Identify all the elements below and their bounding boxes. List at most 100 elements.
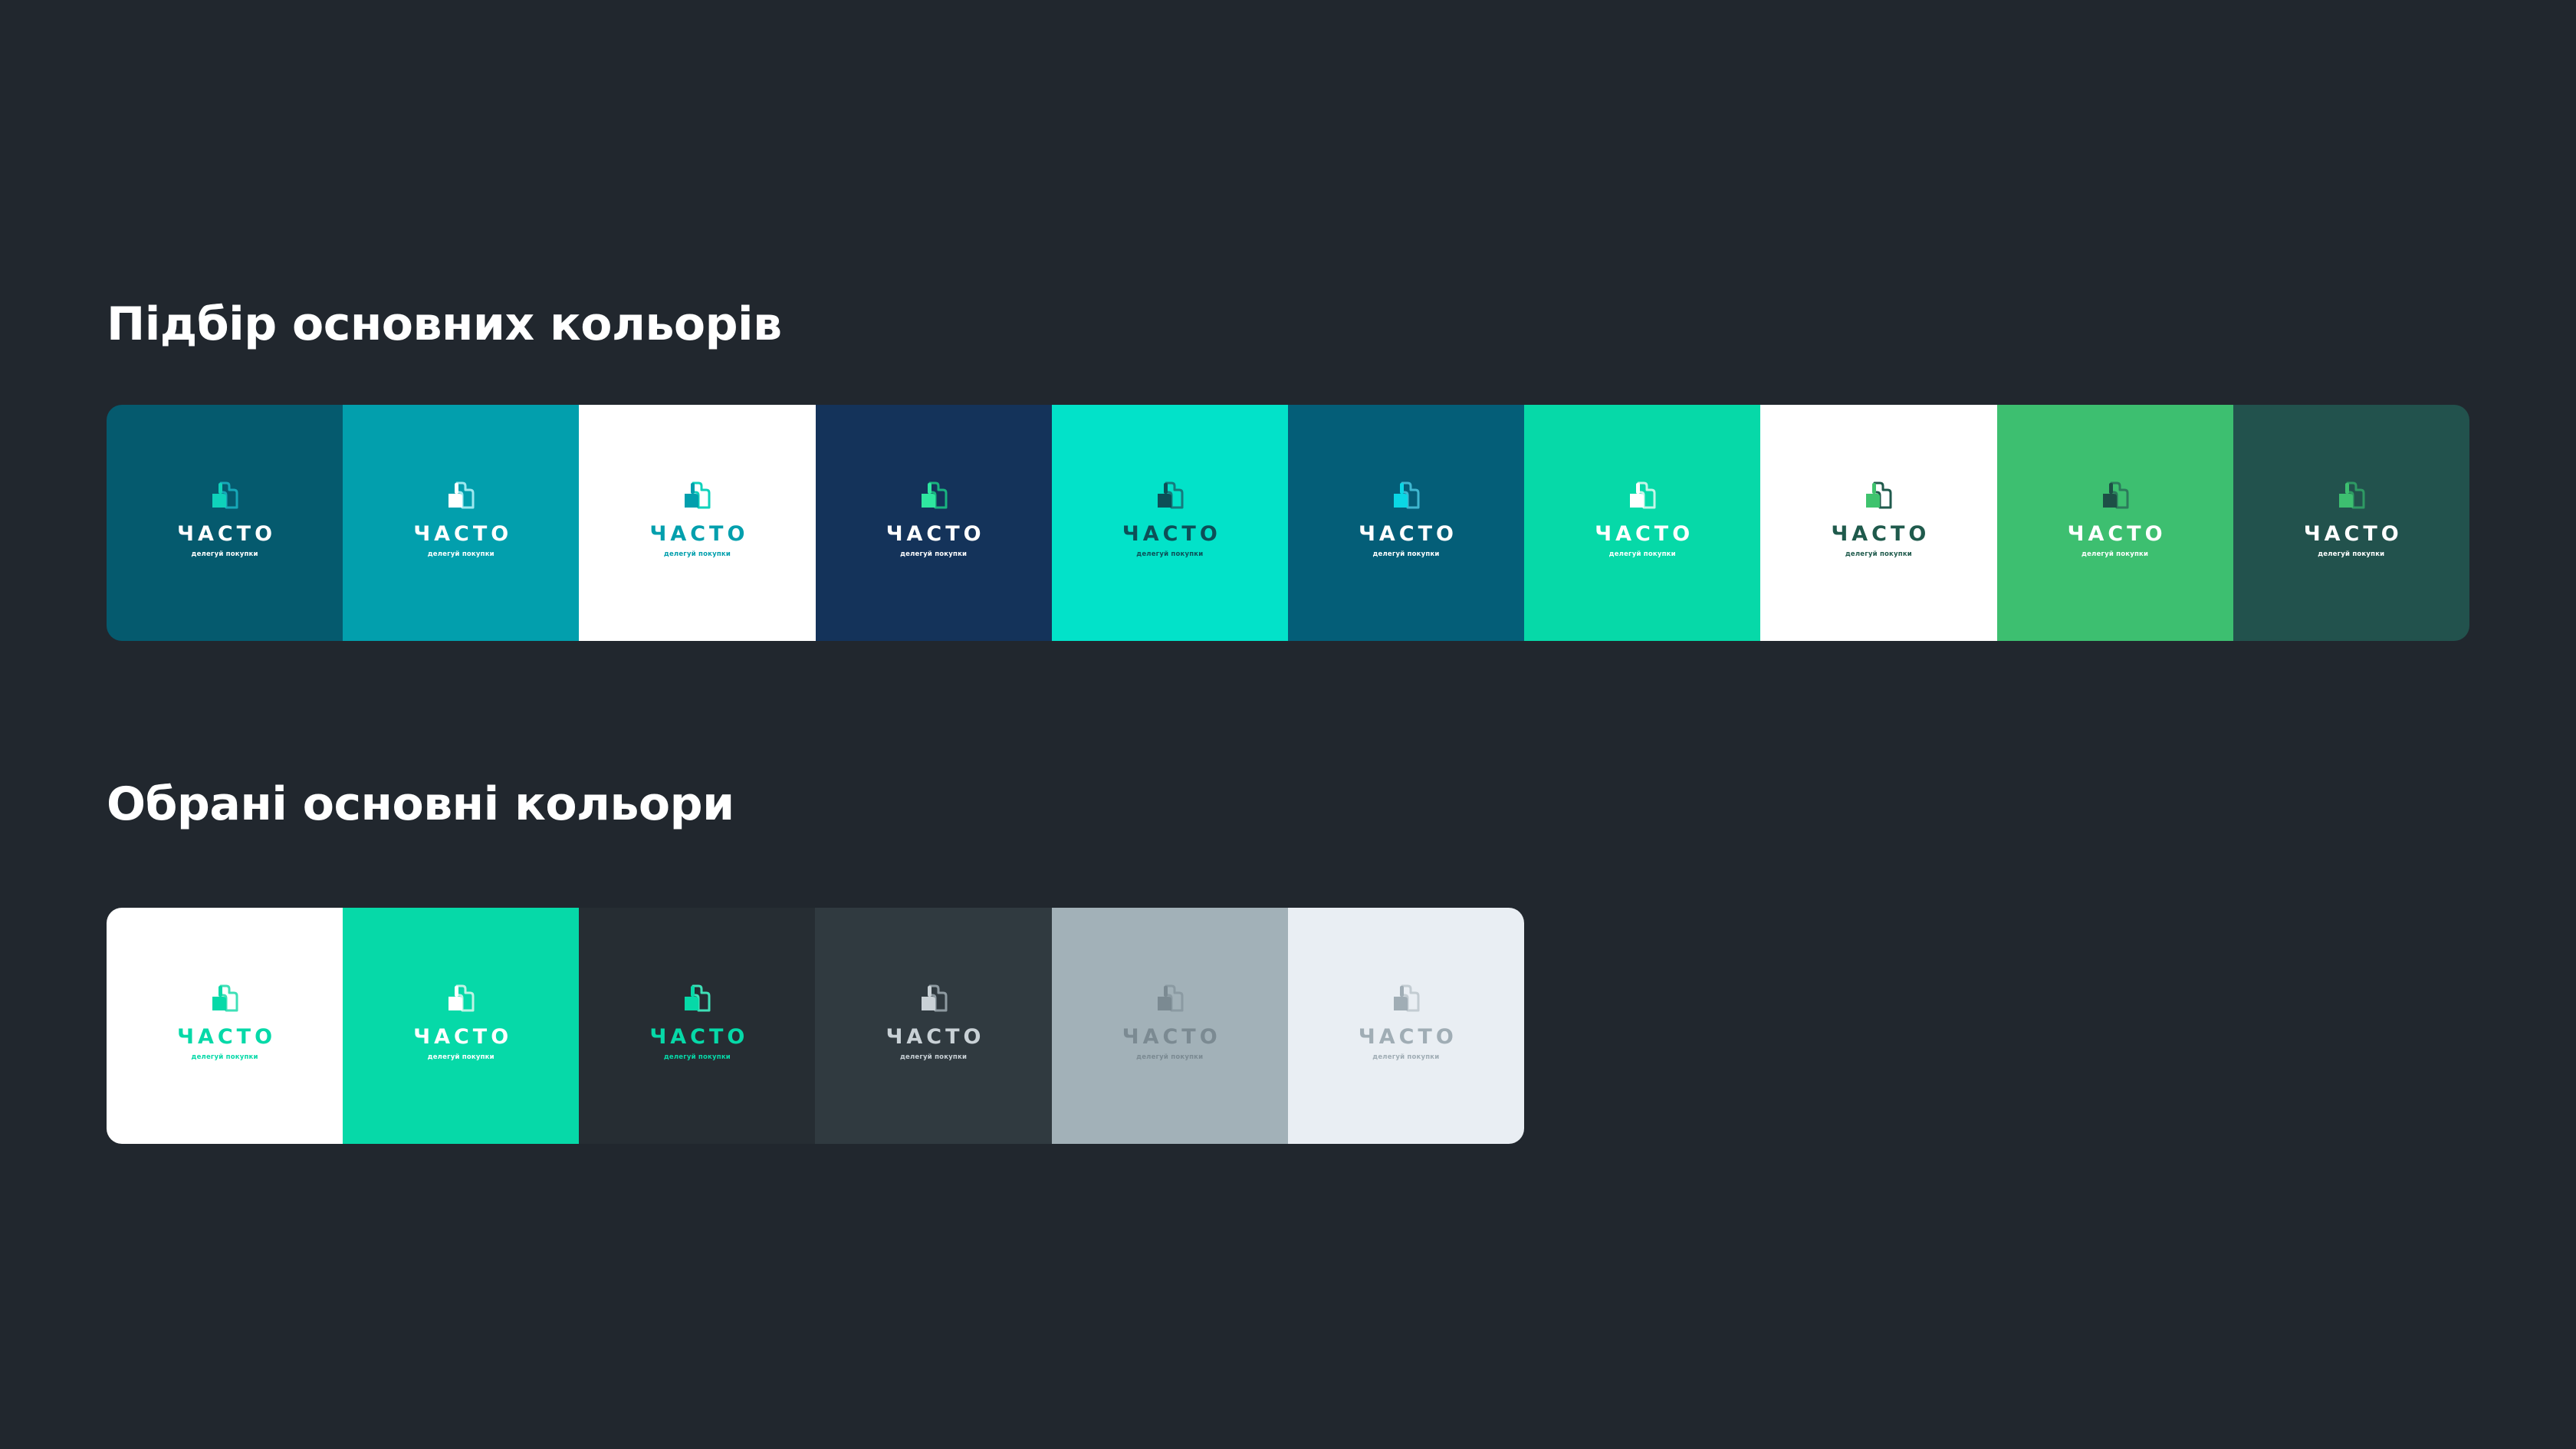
shopping-bag-icon bbox=[1394, 481, 1420, 509]
logo-bag-front bbox=[1394, 494, 1408, 508]
logo-tagline: делегуй покупки bbox=[663, 550, 731, 558]
logo-lockup: ЧАСТО делегуй покупки bbox=[2233, 478, 2469, 558]
chosen-colors-strip: ЧАСТО делегуй покупки ЧАСТО делегуй покупки… bbox=[107, 908, 1524, 1144]
color-swatch: ЧАСТО делегуй покупки bbox=[1996, 405, 2233, 641]
color-swatch: ЧАСТО делегуй покупки bbox=[2233, 405, 2469, 641]
shopping-bag-icon bbox=[449, 481, 475, 509]
color-swatch: ЧАСТО делегуй покупки bbox=[1287, 908, 1524, 1144]
logo-tagline: делегуй покупки bbox=[663, 1053, 731, 1061]
shopping-bag-icon bbox=[212, 984, 238, 1012]
logo-wordmark: ЧАСТО bbox=[1358, 1025, 1457, 1049]
shopping-bag-icon bbox=[1866, 481, 1892, 509]
section-title-chosen-colors: Обрані основні кольори bbox=[107, 777, 734, 831]
logo-wordmark: ЧАСТО bbox=[413, 1025, 513, 1049]
logo-tagline: делегуй покупки bbox=[899, 1053, 968, 1061]
logo-wordmark: ЧАСТО bbox=[1831, 522, 1930, 546]
color-swatch: ЧАСТО делегуй покупки bbox=[579, 405, 816, 641]
logo-wordmark: ЧАСТО bbox=[413, 522, 513, 546]
logo-bag-handle bbox=[691, 483, 695, 494]
logo-lockup: ЧАСТО делегуй покупки bbox=[1524, 478, 1760, 558]
logo-wordmark: ЧАСТО bbox=[886, 522, 985, 546]
logo-bag-front bbox=[1157, 997, 1171, 1010]
logo-bag-front bbox=[1157, 494, 1171, 508]
logo-wordmark: ЧАСТО bbox=[2067, 522, 2167, 546]
color-swatch: ЧАСТО делегуй покупки bbox=[815, 405, 1052, 641]
color-swatch: ЧАСТО делегуй покупки bbox=[343, 908, 580, 1144]
logo-lockup: ЧАСТО делегуй покупки bbox=[816, 478, 1052, 558]
logo-bag-front bbox=[449, 494, 463, 508]
color-swatch: ЧАСТО делегуй покупки bbox=[579, 908, 816, 1144]
color-swatch: ЧАСТО делегуй покупки bbox=[1524, 405, 1761, 641]
logo-bag-front bbox=[212, 997, 227, 1010]
logo-bag-handle bbox=[927, 986, 932, 997]
logo-tagline: делегуй покупки bbox=[427, 550, 495, 558]
logo-bag-front bbox=[685, 997, 699, 1010]
color-swatch: ЧАСТО делегуй покупки bbox=[1051, 908, 1288, 1144]
logo-bag-handle bbox=[1163, 986, 1168, 997]
logo-bag-handle bbox=[2344, 483, 2349, 494]
logo-tagline: делегуй покупки bbox=[191, 1053, 258, 1061]
shopping-bag-icon bbox=[685, 481, 711, 509]
color-swatch: ЧАСТО делегуй покупки bbox=[1051, 405, 1288, 641]
shopping-bag-icon bbox=[212, 481, 238, 509]
logo-bag-handle bbox=[455, 483, 459, 494]
shopping-bag-icon bbox=[685, 984, 711, 1012]
logo-lockup: ЧАСТО делегуй покупки bbox=[1052, 981, 1288, 1061]
logo-lockup: ЧАСТО делегуй покупки bbox=[579, 478, 815, 558]
logo-tagline: делегуй покупки bbox=[191, 550, 258, 558]
logo-wordmark: ЧАСТО bbox=[1122, 1025, 1221, 1049]
shopping-bag-icon bbox=[1157, 984, 1184, 1012]
logo-lockup: ЧАСТО делегуй покупки bbox=[815, 981, 1051, 1061]
logo-tagline: делегуй покупки bbox=[1372, 550, 1440, 558]
logo-wordmark: ЧАСТО bbox=[1595, 522, 1694, 546]
logo-bag-front bbox=[921, 997, 935, 1010]
color-swatch: ЧАСТО делегуй покупки bbox=[815, 908, 1052, 1144]
logo-bag-front bbox=[2102, 494, 2117, 508]
shopping-bag-icon bbox=[1630, 481, 1656, 509]
shopping-bag-icon bbox=[921, 481, 948, 509]
logo-bag-handle bbox=[691, 986, 695, 997]
shopping-bag-icon bbox=[449, 984, 475, 1012]
color-swatch: ЧАСТО делегуй покупки bbox=[1287, 405, 1525, 641]
logo-tagline: делегуй покупки bbox=[1608, 550, 1676, 558]
logo-bag-handle bbox=[927, 483, 932, 494]
logo-bag-front bbox=[1393, 997, 1408, 1010]
logo-wordmark: ЧАСТО bbox=[2303, 522, 2403, 546]
logo-wordmark: ЧАСТО bbox=[649, 1025, 749, 1049]
color-swatch: ЧАСТО делегуй покупки bbox=[107, 405, 343, 641]
logo-lockup: ЧАСТО делегуй покупки bbox=[107, 478, 343, 558]
logo-bag-front bbox=[921, 494, 935, 508]
logo-tagline: делегуй покупки bbox=[1136, 550, 1204, 558]
logo-bag-handle bbox=[1636, 483, 1641, 494]
logo-bag-front bbox=[449, 997, 463, 1010]
logo-bag-front bbox=[1630, 494, 1644, 508]
logo-bag-front bbox=[1866, 494, 1881, 508]
logo-bag-handle bbox=[219, 986, 223, 997]
logo-lockup: ЧАСТО делегуй покупки bbox=[107, 981, 343, 1061]
logo-tagline: делегуй покупки bbox=[1372, 1053, 1440, 1061]
logo-lockup: ЧАСТО делегуй покупки bbox=[1997, 478, 2233, 558]
logo-wordmark: ЧАСТО bbox=[1122, 522, 1221, 546]
logo-bag-handle bbox=[1163, 483, 1168, 494]
logo-bag-front bbox=[685, 494, 699, 508]
logo-bag-handle bbox=[2108, 483, 2113, 494]
shopping-bag-icon bbox=[2102, 481, 2129, 509]
logo-bag-handle bbox=[1400, 483, 1405, 494]
logo-bag-handle bbox=[219, 483, 223, 494]
color-swatch: ЧАСТО делегуй покупки bbox=[1760, 405, 1997, 641]
logo-wordmark: ЧАСТО bbox=[177, 1025, 277, 1049]
color-selection-strip: ЧАСТО делегуй покупки ЧАСТО делегуй покупки… bbox=[107, 405, 2469, 641]
logo-bag-handle bbox=[455, 986, 459, 997]
logo-wordmark: ЧАСТО bbox=[886, 1025, 985, 1049]
color-swatch: ЧАСТО делегуй покупки bbox=[343, 405, 580, 641]
logo-tagline: делегуй покупки bbox=[1845, 550, 1912, 558]
logo-wordmark: ЧАСТО bbox=[177, 522, 277, 546]
shopping-bag-icon bbox=[1393, 984, 1420, 1012]
logo-tagline: делегуй покупки bbox=[427, 1053, 495, 1061]
logo-lockup: ЧАСТО делегуй покупки bbox=[1288, 478, 1524, 558]
color-swatch: ЧАСТО делегуй покупки bbox=[107, 908, 343, 1144]
logo-wordmark: ЧАСТО bbox=[1359, 522, 1457, 546]
logo-lockup: ЧАСТО делегуй покупки bbox=[1760, 478, 1996, 558]
logo-bag-front bbox=[2338, 494, 2353, 508]
logo-bag-handle bbox=[1399, 986, 1404, 997]
